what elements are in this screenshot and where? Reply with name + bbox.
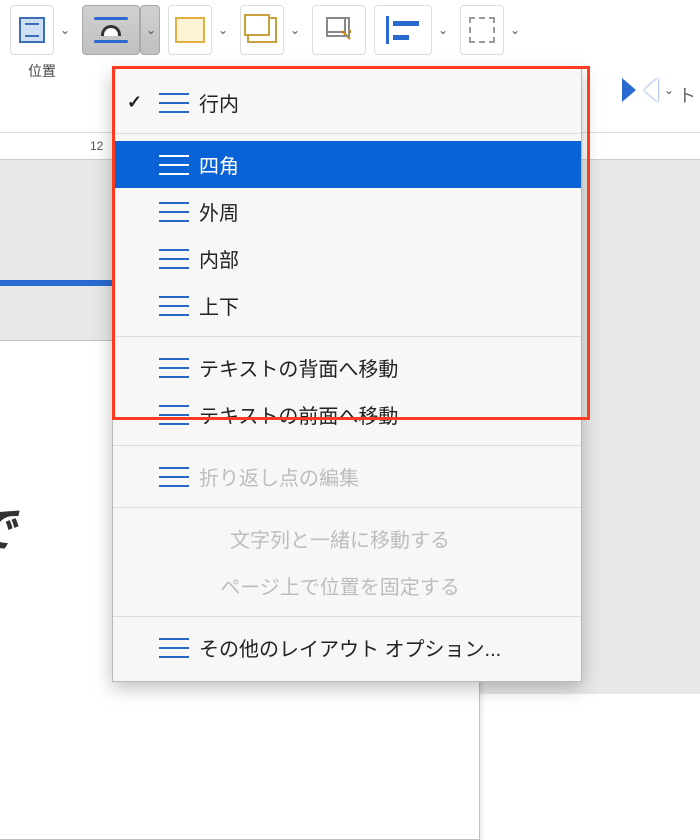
position-group: ⌄ 位置 bbox=[10, 5, 74, 81]
edit-wrap-points-icon bbox=[159, 466, 189, 488]
chevron-down-icon: ⌄ bbox=[664, 83, 674, 97]
send-backward-button[interactable] bbox=[240, 5, 284, 55]
flip-icon bbox=[622, 78, 658, 102]
menu-item-0[interactable]: ✓ 行内 bbox=[113, 79, 581, 126]
behind-text-icon bbox=[159, 357, 189, 379]
text-wrap-menu: ✓ 行内四角外周内部上下テキストの背面へ移動テキストの前面へ移動折り返し点の編集文… bbox=[112, 68, 582, 682]
crop-icon bbox=[469, 17, 495, 43]
menu-item-label: テキストの前面へ移動 bbox=[199, 400, 398, 429]
menu-item-10: 折り返し点の編集 bbox=[113, 453, 581, 500]
send-backward-split-button[interactable]: ⌄ bbox=[240, 5, 304, 55]
text-wrap-dropdown-arrow[interactable]: ⌄ bbox=[140, 5, 160, 55]
menu-separator bbox=[113, 133, 581, 134]
align-icon bbox=[386, 16, 420, 44]
text-wrap-button[interactable] bbox=[82, 5, 140, 55]
bring-forward-split-button[interactable]: ⌄ bbox=[168, 5, 232, 55]
menu-item-5[interactable]: 上下 bbox=[113, 282, 581, 329]
rotate-flip-button[interactable]: ⌄ bbox=[622, 78, 674, 102]
align-button[interactable] bbox=[374, 5, 432, 55]
menu-item-label: 行内 bbox=[199, 88, 239, 117]
menu-item-8[interactable]: テキストの前面へ移動 bbox=[113, 391, 581, 438]
menu-item-label: ページ上で位置を固定する bbox=[220, 571, 460, 600]
ruler-marker: 12 bbox=[90, 139, 103, 153]
crop-split-button[interactable]: ⌄ bbox=[460, 5, 524, 55]
position-button[interactable] bbox=[10, 5, 54, 55]
menu-item-label: 文字列と一緒に移動する bbox=[230, 524, 450, 553]
menu-item-label: 折り返し点の編集 bbox=[199, 462, 359, 491]
text-wrap-split-button[interactable]: ⌄ bbox=[82, 5, 160, 55]
position-icon bbox=[19, 17, 45, 43]
chevron-down-icon: ⌄ bbox=[290, 23, 300, 37]
text-wrap-icon bbox=[94, 17, 128, 43]
menu-item-2[interactable]: 四角 bbox=[113, 141, 581, 188]
menu-separator bbox=[113, 445, 581, 446]
align-split-button[interactable]: ⌄ bbox=[374, 5, 452, 55]
ribbon-more-indicator: ト bbox=[678, 82, 696, 108]
crop-button[interactable] bbox=[460, 5, 504, 55]
send-backward-icon bbox=[247, 17, 277, 43]
bring-forward-icon bbox=[175, 17, 205, 43]
crop-dropdown-arrow[interactable]: ⌄ bbox=[504, 5, 524, 55]
menu-item-label: 四角 bbox=[199, 150, 239, 179]
menu-item-13: ページ上で位置を固定する bbox=[113, 562, 581, 609]
send-backward-dropdown-arrow[interactable]: ⌄ bbox=[284, 5, 304, 55]
wrap-inline-icon bbox=[159, 92, 189, 114]
selected-image-handle[interactable] bbox=[0, 280, 112, 286]
chevron-down-icon: ⌄ bbox=[60, 23, 70, 37]
check-icon: ✓ bbox=[127, 92, 142, 113]
menu-item-3[interactable]: 外周 bbox=[113, 188, 581, 235]
wrap-topbottom-icon bbox=[159, 295, 189, 317]
menu-item-label: テキストの背面へ移動 bbox=[199, 353, 398, 382]
menu-separator bbox=[113, 616, 581, 617]
align-dropdown-arrow[interactable]: ⌄ bbox=[432, 5, 452, 55]
chevron-down-icon: ⌄ bbox=[438, 23, 448, 37]
chevron-down-icon: ⌄ bbox=[510, 23, 520, 37]
menu-item-label: 上下 bbox=[199, 291, 239, 320]
wrap-tight-icon bbox=[159, 201, 189, 223]
position-label: 位置 bbox=[28, 61, 56, 81]
wrap-square-icon bbox=[159, 154, 189, 176]
bring-forward-button[interactable] bbox=[168, 5, 212, 55]
chevron-down-icon: ⌄ bbox=[218, 23, 228, 37]
wrap-through-icon bbox=[159, 248, 189, 270]
menu-item-15[interactable]: その他のレイアウト オプション... bbox=[113, 624, 581, 671]
front-of-text-icon bbox=[159, 404, 189, 426]
menu-item-12: 文字列と一緒に移動する bbox=[113, 515, 581, 562]
menu-item-label: 内部 bbox=[199, 244, 239, 273]
menu-item-4[interactable]: 内部 bbox=[113, 235, 581, 282]
selection-pane-icon bbox=[324, 15, 354, 45]
bring-forward-dropdown-arrow[interactable]: ⌄ bbox=[212, 5, 232, 55]
menu-separator bbox=[113, 336, 581, 337]
position-dropdown-arrow[interactable]: ⌄ bbox=[54, 5, 74, 55]
menu-separator bbox=[113, 507, 581, 508]
chevron-down-icon: ⌄ bbox=[146, 23, 156, 37]
layout-options-icon bbox=[159, 637, 189, 659]
menu-item-label: その他のレイアウト オプション... bbox=[199, 633, 501, 662]
menu-item-7[interactable]: テキストの背面へ移動 bbox=[113, 344, 581, 391]
menu-item-label: 外周 bbox=[199, 197, 239, 226]
selection-pane-button[interactable] bbox=[312, 5, 366, 55]
